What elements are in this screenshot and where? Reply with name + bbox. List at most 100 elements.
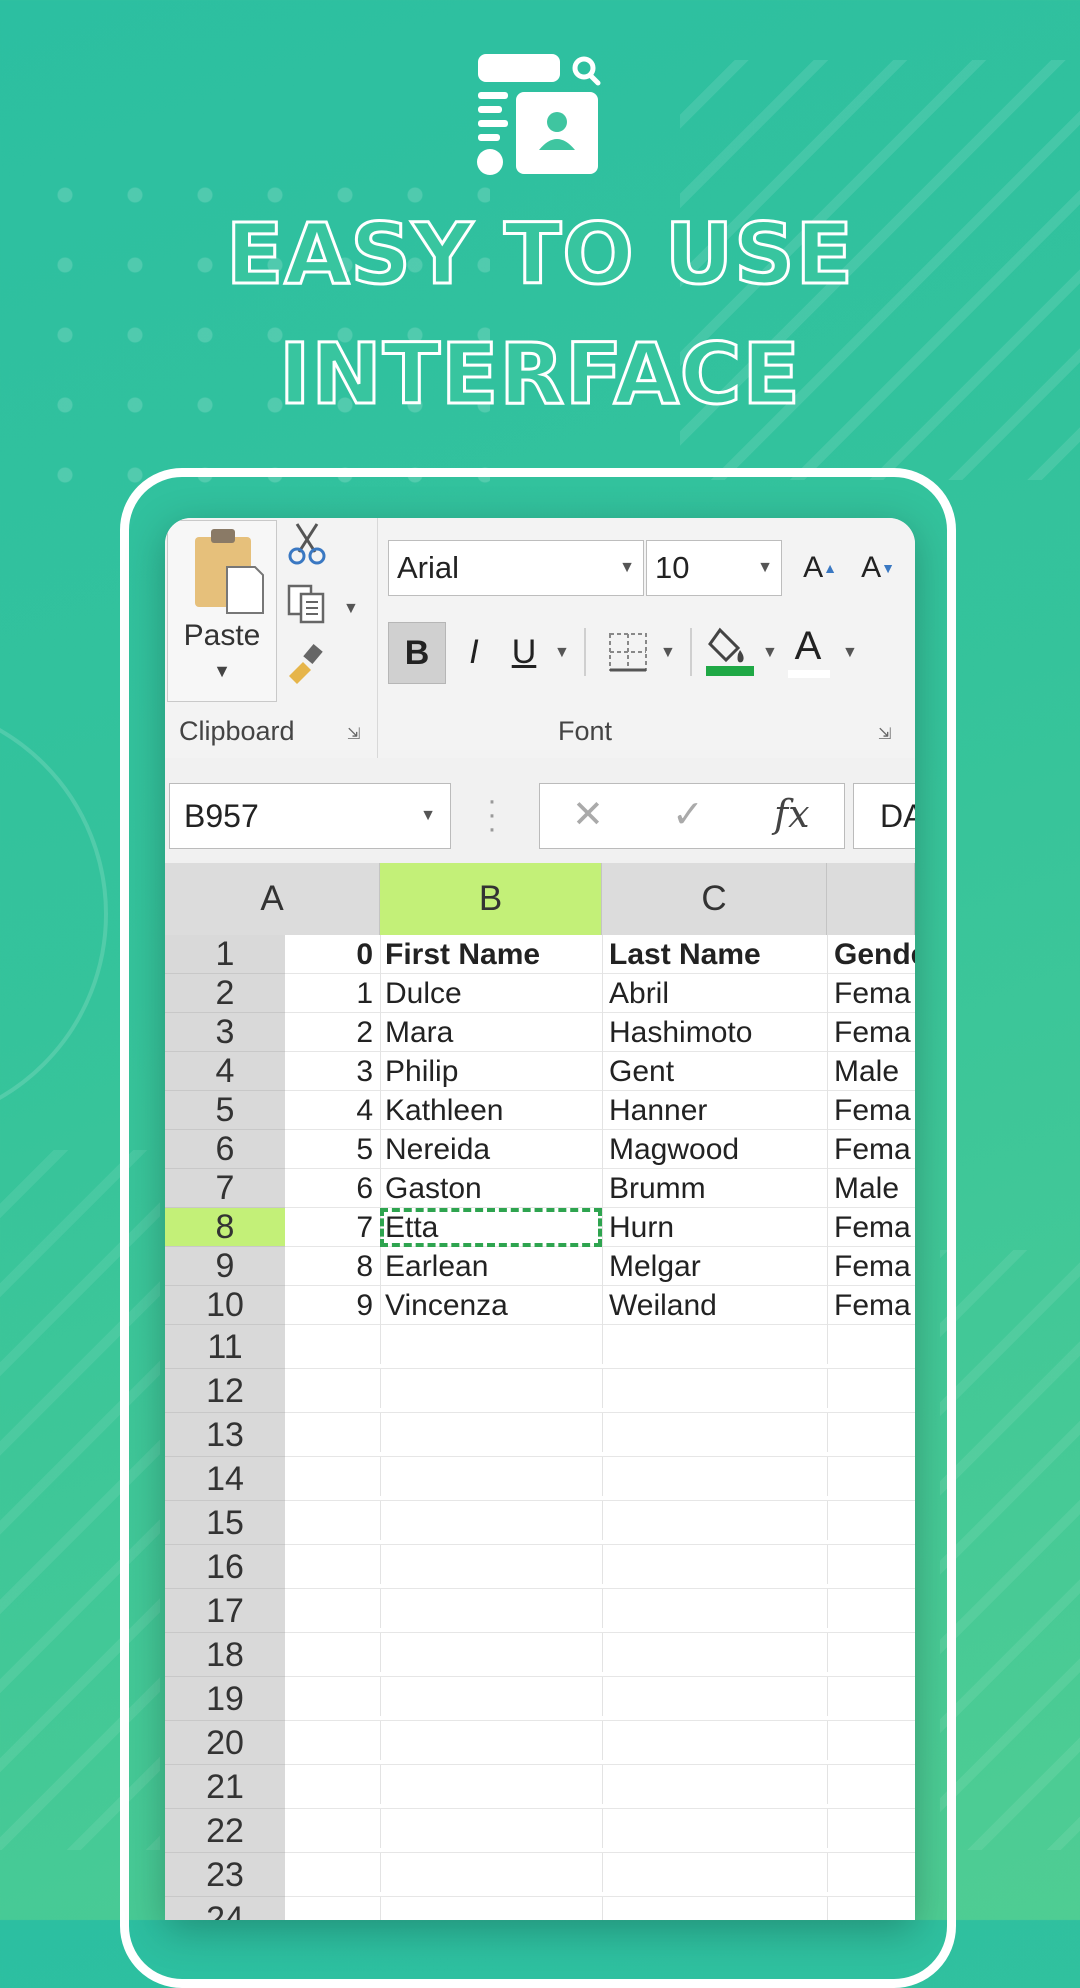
row-header[interactable]: 17 bbox=[165, 1589, 285, 1633]
underline-button[interactable]: U bbox=[502, 622, 546, 682]
cell-c[interactable] bbox=[602, 1369, 827, 1408]
row-header[interactable]: 19 bbox=[165, 1677, 285, 1721]
cell-b[interactable]: Mara bbox=[380, 1013, 602, 1052]
cell-c[interactable]: Brumm bbox=[602, 1169, 827, 1208]
cell-c[interactable]: Gent bbox=[602, 1052, 827, 1091]
cell-a[interactable]: 0 bbox=[285, 935, 377, 974]
row-header[interactable]: 21 bbox=[165, 1765, 285, 1809]
copy-icon[interactable] bbox=[285, 582, 329, 626]
row-header[interactable]: 6 bbox=[165, 1130, 285, 1169]
row-header[interactable]: 5 bbox=[165, 1091, 285, 1130]
cell-b[interactable] bbox=[380, 1325, 602, 1364]
cell-c[interactable] bbox=[602, 1589, 827, 1628]
cell-b[interactable] bbox=[380, 1721, 602, 1760]
cell-d[interactable] bbox=[827, 1677, 915, 1716]
cell-b[interactable]: Philip bbox=[380, 1052, 602, 1091]
column-header-b[interactable]: B bbox=[380, 863, 602, 935]
row-header[interactable]: 8 bbox=[165, 1208, 285, 1247]
cell-c[interactable] bbox=[602, 1633, 827, 1672]
cell-c[interactable] bbox=[602, 1677, 827, 1716]
row-header[interactable]: 16 bbox=[165, 1545, 285, 1589]
cell-a[interactable] bbox=[285, 1413, 377, 1452]
font-color-dropdown-icon[interactable]: ▼ bbox=[842, 644, 858, 662]
cell-c[interactable]: Hashimoto bbox=[602, 1013, 827, 1052]
row-header[interactable]: 10 bbox=[165, 1286, 285, 1325]
font-launcher-icon[interactable]: ⇲ bbox=[878, 724, 891, 744]
column-header-d[interactable] bbox=[827, 863, 915, 935]
cell-a[interactable] bbox=[285, 1589, 377, 1628]
cell-a[interactable]: 6 bbox=[285, 1169, 377, 1208]
cell-a[interactable] bbox=[285, 1809, 377, 1848]
cell-c[interactable] bbox=[602, 1457, 827, 1496]
cell-b[interactable]: Dulce bbox=[380, 974, 602, 1013]
cell-b[interactable]: Nereida bbox=[380, 1130, 602, 1169]
cell-d[interactable] bbox=[827, 1501, 915, 1540]
row-header[interactable]: 7 bbox=[165, 1169, 285, 1208]
cell-b[interactable] bbox=[380, 1501, 602, 1540]
row-header[interactable]: 13 bbox=[165, 1413, 285, 1457]
chevron-down-icon[interactable]: ▼ bbox=[168, 661, 276, 682]
format-painter-icon[interactable] bbox=[285, 642, 329, 686]
cell-b[interactable] bbox=[380, 1369, 602, 1408]
cell-b[interactable] bbox=[380, 1809, 602, 1848]
cell-a[interactable] bbox=[285, 1677, 377, 1716]
cell-b[interactable]: First Name bbox=[380, 935, 602, 974]
cell-a[interactable]: 5 bbox=[285, 1130, 377, 1169]
cell-d[interactable]: Fema bbox=[827, 1013, 915, 1052]
cell-c[interactable]: Weiland bbox=[602, 1286, 827, 1325]
row-header[interactable]: 1 bbox=[165, 935, 285, 974]
cell-d[interactable] bbox=[827, 1721, 915, 1760]
cell-a[interactable] bbox=[285, 1765, 377, 1804]
cell-c[interactable]: Melgar bbox=[602, 1247, 827, 1286]
cell-d[interactable]: Fema bbox=[827, 974, 915, 1013]
row-header[interactable]: 14 bbox=[165, 1457, 285, 1501]
row-header[interactable]: 22 bbox=[165, 1809, 285, 1853]
row-header[interactable]: 11 bbox=[165, 1325, 285, 1369]
borders-icon[interactable] bbox=[606, 630, 650, 674]
cell-a[interactable]: 8 bbox=[285, 1247, 377, 1286]
cell-b[interactable] bbox=[380, 1765, 602, 1804]
row-header[interactable]: 12 bbox=[165, 1369, 285, 1413]
cell-c[interactable] bbox=[602, 1325, 827, 1364]
cell-a[interactable]: 4 bbox=[285, 1091, 377, 1130]
column-header-c[interactable]: C bbox=[602, 863, 827, 935]
cell-a[interactable] bbox=[285, 1633, 377, 1672]
shrink-font-button[interactable]: A▼ bbox=[856, 538, 900, 598]
row-header[interactable]: 4 bbox=[165, 1052, 285, 1091]
cell-c[interactable]: Last Name bbox=[602, 935, 827, 974]
cell-d[interactable] bbox=[827, 1325, 915, 1364]
cell-b[interactable]: Vincenza bbox=[380, 1286, 602, 1325]
cell-a[interactable]: 7 bbox=[285, 1208, 377, 1247]
cell-d[interactable]: Fema bbox=[827, 1130, 915, 1169]
fill-color-dropdown-icon[interactable]: ▼ bbox=[762, 644, 778, 662]
insert-function-icon[interactable]: fx bbox=[774, 792, 810, 836]
cut-icon[interactable] bbox=[285, 522, 329, 566]
cell-a[interactable] bbox=[285, 1369, 377, 1408]
cell-d[interactable]: Fema bbox=[827, 1286, 915, 1325]
cell-b[interactable] bbox=[380, 1413, 602, 1452]
font-size-select[interactable]: 10 ▼ bbox=[646, 540, 782, 596]
cell-b[interactable] bbox=[380, 1457, 602, 1496]
cell-a[interactable]: 9 bbox=[285, 1286, 377, 1325]
cell-d[interactable] bbox=[827, 1413, 915, 1452]
row-header[interactable]: 23 bbox=[165, 1853, 285, 1897]
cell-c[interactable]: Abril bbox=[602, 974, 827, 1013]
cell-c[interactable] bbox=[602, 1765, 827, 1804]
cancel-icon[interactable]: ✕ bbox=[572, 792, 604, 837]
cell-d[interactable] bbox=[827, 1545, 915, 1584]
cell-c[interactable] bbox=[602, 1809, 827, 1848]
row-header[interactable]: 20 bbox=[165, 1721, 285, 1765]
cell-b[interactable] bbox=[380, 1545, 602, 1584]
row-header[interactable]: 2 bbox=[165, 974, 285, 1013]
cell-c[interactable]: Hanner bbox=[602, 1091, 827, 1130]
formula-input[interactable]: DA bbox=[853, 783, 915, 849]
cell-b[interactable] bbox=[380, 1897, 602, 1920]
cell-c[interactable] bbox=[602, 1545, 827, 1584]
cell-b[interactable]: Earlean bbox=[380, 1247, 602, 1286]
borders-dropdown-icon[interactable]: ▼ bbox=[660, 644, 676, 662]
grow-font-button[interactable]: A▲ bbox=[798, 538, 842, 598]
cell-d[interactable] bbox=[827, 1589, 915, 1628]
cell-d[interactable]: Male bbox=[827, 1169, 915, 1208]
font-color-button[interactable]: A bbox=[782, 616, 834, 676]
cell-d[interactable]: Fema bbox=[827, 1247, 915, 1286]
